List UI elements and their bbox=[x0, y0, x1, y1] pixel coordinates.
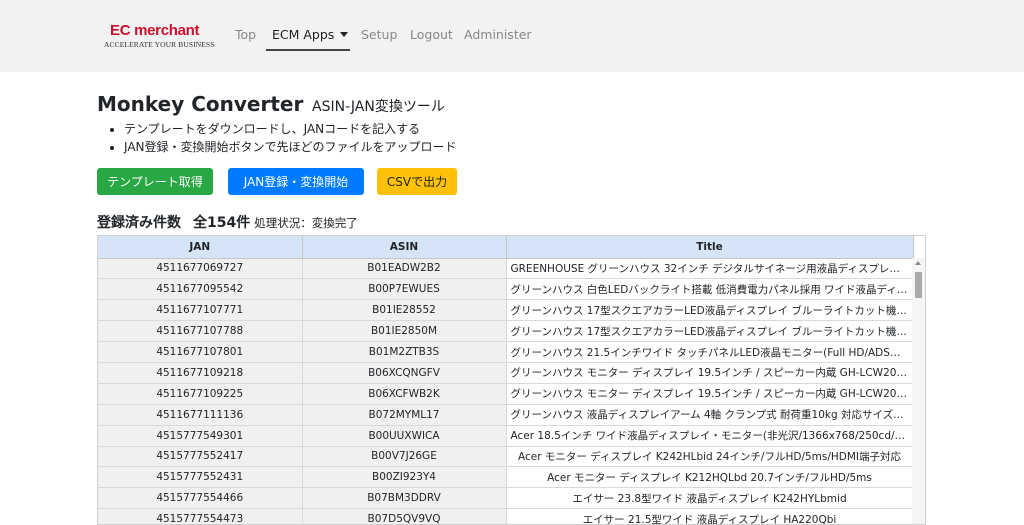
chevron-down-icon bbox=[340, 32, 349, 37]
table-row[interactable]: 4511677109218 B06XCQNGFV グリーンハウス モニター ディスプ… bbox=[98, 362, 914, 384]
table-row[interactable]: 4515777552431 B00ZI923Y4 Acer モニター ディスプレイ … bbox=[98, 466, 914, 489]
results-table-container: JAN ASIN Title 4511677069727 B01EADW2B2 GR… bbox=[97, 235, 926, 525]
title-cell: グリーンハウス 白色LEDバックライト搭載 低消費電力パネル採用 ワイド液晶ディ… bbox=[506, 278, 914, 301]
table-row[interactable]: 4511677107771 B01IE28552 グリーンハウス 17型スクエアカラ… bbox=[98, 299, 914, 322]
brand-name: EC merchant bbox=[110, 22, 200, 39]
registered-count-value: 全154件 bbox=[193, 215, 251, 231]
asin-cell: B00P7EWUES bbox=[302, 278, 507, 301]
column-header-asin[interactable]: ASIN bbox=[302, 236, 507, 259]
get-template-button[interactable]: テンプレート取得 bbox=[97, 168, 213, 195]
table-row[interactable]: 4511677109225 B06XCFWB2K グリーンハウス モニター ディスプ… bbox=[98, 383, 914, 405]
title-cell: エイサー 21.5型ワイド 液晶ディスプレイ HA220Qbi bbox=[506, 508, 914, 524]
active-nav-indicator bbox=[266, 49, 350, 51]
instructions-list: テンプレートをダウンロードし、JANコードを記入する JAN登録・変換開始ボタン… bbox=[114, 120, 457, 156]
nav-ecm-apps-label: ECM Apps bbox=[272, 27, 335, 42]
title-cell: Acer モニター ディスプレイ K242HLbid 24インチ/フルHD/5m… bbox=[506, 446, 914, 468]
title-cell: グリーンハウス 液晶ディスプレイアーム 4軸 クランプ式 耐荷重10kg 対応サ… bbox=[506, 404, 914, 426]
table-row[interactable]: 4515777554466 B07BM3DDRV エイサー 23.8型ワイド 液晶デ… bbox=[98, 487, 914, 510]
jan-cell: 4515777552417 bbox=[98, 446, 303, 468]
asin-cell: B072MYML17 bbox=[302, 404, 507, 426]
registered-count-label: 登録済み件数 bbox=[97, 215, 181, 231]
scroll-up-icon[interactable] bbox=[915, 261, 921, 265]
title-cell: GREENHOUSE グリーンハウス 32インチ デジタルサイネージ用液晶ディス… bbox=[506, 258, 914, 280]
title-cell: エイサー 23.8型ワイド 液晶ディスプレイ K242HYLbmid bbox=[506, 487, 914, 510]
nav-top[interactable]: Top bbox=[235, 27, 256, 42]
table-row[interactable]: 4511677095542 B00P7EWUES グリーンハウス 白色LEDバックラ… bbox=[98, 278, 914, 301]
jan-cell: 4511677095542 bbox=[98, 278, 303, 301]
jan-cell: 4511677109225 bbox=[98, 383, 303, 405]
jan-cell: 4511677111136 bbox=[98, 404, 303, 426]
csv-export-button[interactable]: CSVで出力 bbox=[377, 168, 457, 195]
jan-cell: 4515777554466 bbox=[98, 487, 303, 510]
table-row[interactable]: 4511677107801 B01M2ZTB3S グリーンハウス 21.5インチワイ… bbox=[98, 341, 914, 363]
jan-cell: 4511677107788 bbox=[98, 320, 303, 343]
results-table: JAN ASIN Title 4511677069727 B01EADW2B2 GR… bbox=[98, 236, 914, 524]
asin-cell: B06XCFWB2K bbox=[302, 383, 507, 405]
asin-cell: B07D5QV9VQ bbox=[302, 508, 507, 524]
brand-tagline: ACCELERATE YOUR BUSINESS bbox=[104, 40, 215, 49]
asin-cell: B00UUXWICA bbox=[302, 425, 507, 447]
table-row[interactable]: 4515777552417 B00V7J26GE Acer モニター ディスプレイ … bbox=[98, 446, 914, 468]
asin-cell: B01EADW2B2 bbox=[302, 258, 507, 280]
asin-cell: B01IE2850M bbox=[302, 320, 507, 343]
jan-cell: 4511677069727 bbox=[98, 258, 303, 280]
jan-cell: 4511677107801 bbox=[98, 341, 303, 363]
table-scrollbar[interactable] bbox=[912, 258, 925, 524]
asin-cell: B07BM3DDRV bbox=[302, 487, 507, 510]
nav-logout[interactable]: Logout bbox=[410, 27, 453, 42]
title-cell: グリーンハウス 21.5インチワイド タッチパネルLED液晶モニター(Full … bbox=[506, 341, 914, 363]
asin-cell: B06XCQNGFV bbox=[302, 362, 507, 384]
jan-cell: 4515777549301 bbox=[98, 425, 303, 447]
table-header-row: JAN ASIN Title bbox=[98, 236, 914, 259]
jan-cell: 4511677107771 bbox=[98, 299, 303, 322]
nav-administer[interactable]: Administer bbox=[464, 27, 532, 42]
title-cell: グリーンハウス モニター ディスプレイ 19.5インチ / スピーカー内蔵 GH… bbox=[506, 362, 914, 384]
processing-status: 処理状況：変換完了 bbox=[254, 216, 358, 230]
asin-cell: B00V7J26GE bbox=[302, 446, 507, 468]
table-row[interactable]: 4515777554473 B07D5QV9VQ エイサー 21.5型ワイド 液晶デ… bbox=[98, 508, 914, 524]
asin-cell: B01M2ZTB3S bbox=[302, 341, 507, 363]
nav-setup[interactable]: Setup bbox=[361, 27, 397, 42]
title-cell: Acer モニター ディスプレイ K212HQLbd 20.7インチ/フルHD/… bbox=[506, 466, 914, 489]
scroll-thumb[interactable] bbox=[915, 272, 922, 298]
jan-cell: 4511677109218 bbox=[98, 362, 303, 384]
register-convert-button[interactable]: JAN登録・変換開始 bbox=[228, 168, 364, 195]
page-subtitle: ASIN-JAN変換ツール bbox=[312, 99, 445, 115]
brand-logo[interactable]: EC merchant ACCELERATE YOUR BUSINESS bbox=[104, 22, 214, 52]
nav-ecm-apps[interactable]: ECM Apps bbox=[272, 27, 349, 42]
table-row[interactable]: 4511677111136 B072MYML17 グリーンハウス 液晶ディスプレイア… bbox=[98, 404, 914, 426]
registered-count: 登録済み件数 全154件 処理状況：変換完了 bbox=[97, 212, 358, 232]
asin-cell: B01IE28552 bbox=[302, 299, 507, 322]
title-cell: グリーンハウス 17型スクエアカラーLED液晶ディスプレイ ブルーライトカット機… bbox=[506, 299, 914, 322]
navbar: EC merchant ACCELERATE YOUR BUSINESS Top… bbox=[0, 0, 1024, 72]
instruction-item: JAN登録・変換開始ボタンで先ほどのファイルをアップロード bbox=[124, 138, 457, 156]
page-title: Monkey Converter bbox=[97, 92, 304, 116]
title-cell: グリーンハウス モニター ディスプレイ 19.5インチ / スピーカー内蔵 GH… bbox=[506, 383, 914, 405]
title-cell: グリーンハウス 17型スクエアカラーLED液晶ディスプレイ ブルーライトカット機… bbox=[506, 320, 914, 343]
jan-cell: 4515777552431 bbox=[98, 466, 303, 489]
table-row[interactable]: 4511677069727 B01EADW2B2 GREENHOUSE グリーンハウ… bbox=[98, 258, 914, 280]
title-cell: Acer 18.5インチ ワイド液晶ディスプレイ・モニター(非光沢/1366x7… bbox=[506, 425, 914, 447]
column-header-jan[interactable]: JAN bbox=[98, 236, 303, 259]
table-row[interactable]: 4511677107788 B01IE2850M グリーンハウス 17型スクエアカラ… bbox=[98, 320, 914, 343]
table-row[interactable]: 4515777549301 B00UUXWICA Acer 18.5インチ ワイド液… bbox=[98, 425, 914, 447]
column-header-title[interactable]: Title bbox=[506, 236, 914, 259]
asin-cell: B00ZI923Y4 bbox=[302, 466, 507, 489]
table-body: 4511677069727 B01EADW2B2 GREENHOUSE グリーンハウ… bbox=[98, 258, 914, 524]
instruction-item: テンプレートをダウンロードし、JANコードを記入する bbox=[124, 120, 457, 138]
jan-cell: 4515777554473 bbox=[98, 508, 303, 524]
